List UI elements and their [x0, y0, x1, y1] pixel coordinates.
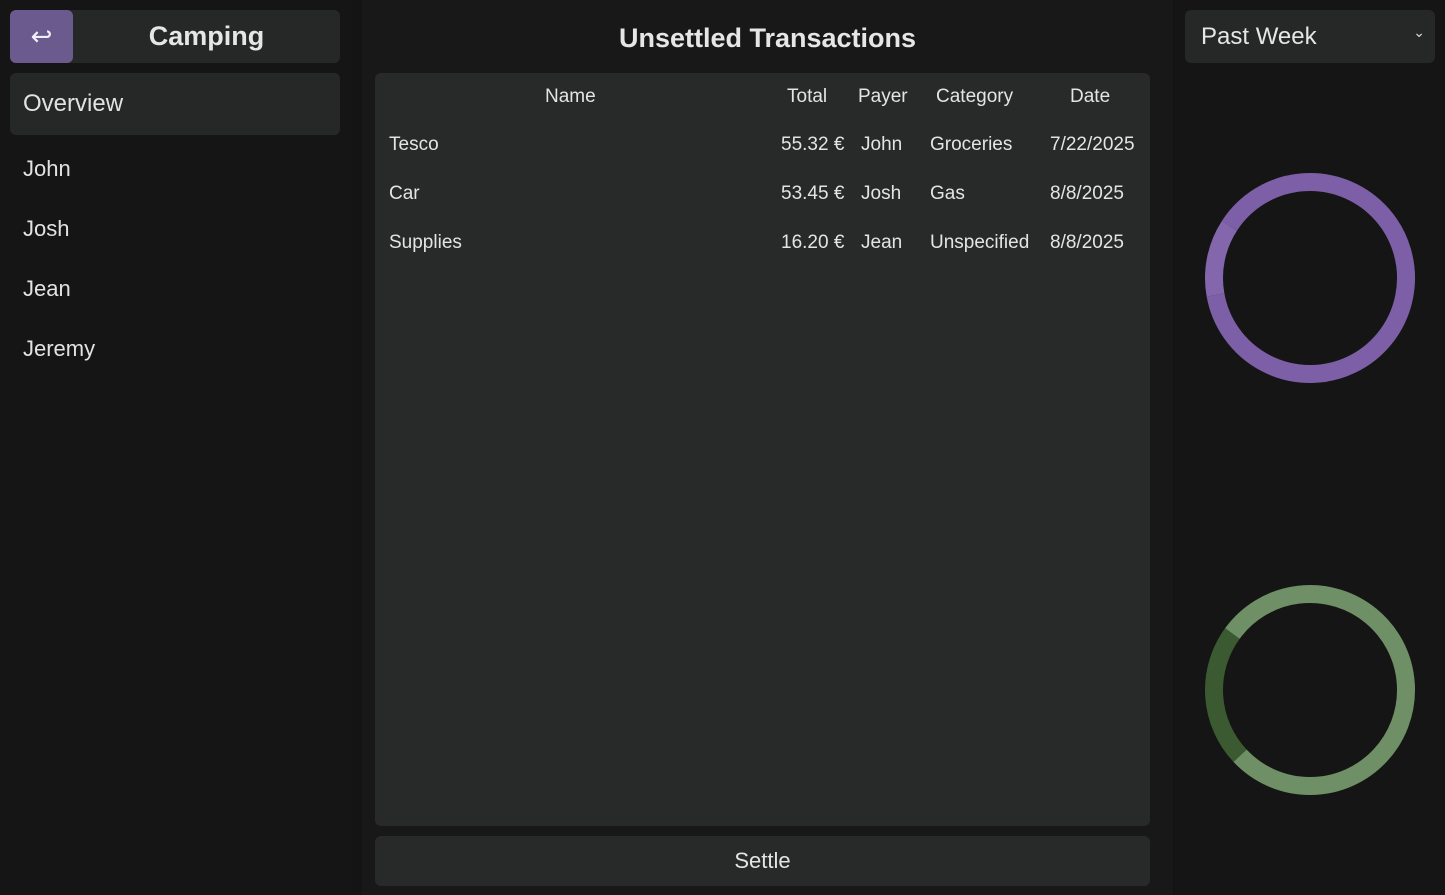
column-header-date[interactable]: Date [1070, 86, 1110, 108]
nav-item-overview[interactable]: Overview [10, 73, 340, 135]
cell-payer: John [861, 134, 903, 155]
column-header-total[interactable]: Total [787, 86, 827, 108]
cell-total: 16.20 € [781, 232, 845, 253]
nav-item-label: Josh [23, 216, 70, 241]
back-arrow-icon: ↩ [30, 21, 53, 51]
member-nav: Overview John Josh Jean Jeremy [10, 73, 340, 379]
transactions-table: Name Total Payer Category Date Tesco 55.… [375, 73, 1150, 826]
cell-payer: Josh [861, 183, 902, 204]
payer-donut-chart [1205, 173, 1415, 383]
cell-category: Gas [930, 183, 965, 204]
time-range-select[interactable]: Past Week ⌄ [1185, 10, 1435, 63]
cell-category: Unspecified [930, 232, 1030, 253]
main-panel: Unsettled Transactions Name Total Payer … [362, 0, 1173, 895]
nav-item-label: Overview [23, 90, 124, 117]
group-title: Camping [148, 21, 265, 51]
time-range-value: Past Week [1201, 22, 1317, 50]
cell-name: Tesco [389, 134, 439, 155]
settle-button[interactable]: Settle [375, 836, 1150, 886]
cell-date: 8/8/2025 [1050, 232, 1124, 253]
donut-slice [1205, 628, 1247, 762]
nav-item-label: Jeremy [23, 336, 96, 361]
back-button[interactable]: ↩ [10, 10, 73, 63]
nav-item-josh[interactable]: Josh [10, 199, 340, 259]
column-header-name[interactable]: Name [545, 86, 596, 108]
cell-category: Groceries [930, 134, 1013, 155]
column-header-payer[interactable]: Payer [858, 86, 908, 108]
donut-slice [1206, 173, 1415, 383]
cell-date: 8/8/2025 [1050, 183, 1124, 204]
group-header: ↩ Camping [10, 10, 340, 63]
page-title: Unsettled Transactions [618, 22, 917, 53]
summary-panel: Past Week ⌄ [1175, 0, 1445, 895]
nav-item-john[interactable]: John [10, 139, 340, 199]
category-donut-chart [1205, 585, 1415, 795]
nav-item-label: Jean [23, 276, 71, 301]
donut-slice [1225, 585, 1415, 795]
cell-total: 53.45 € [781, 183, 845, 204]
nav-item-jean[interactable]: Jean [10, 259, 340, 319]
cell-name: Car [389, 183, 420, 204]
cell-total: 55.32 € [781, 134, 845, 155]
cell-payer: Jean [861, 232, 903, 253]
nav-item-jeremy[interactable]: Jeremy [10, 319, 340, 379]
cell-name: Supplies [389, 232, 462, 253]
donut-slice [1205, 220, 1238, 297]
chevron-down-icon: ⌄ [1413, 24, 1425, 40]
sidebar: ↩ Camping Overview John Josh Jean Jeremy [0, 0, 352, 895]
nav-item-label: John [23, 156, 71, 181]
column-header-category[interactable]: Category [936, 86, 1013, 108]
cell-date: 7/22/2025 [1050, 134, 1135, 155]
